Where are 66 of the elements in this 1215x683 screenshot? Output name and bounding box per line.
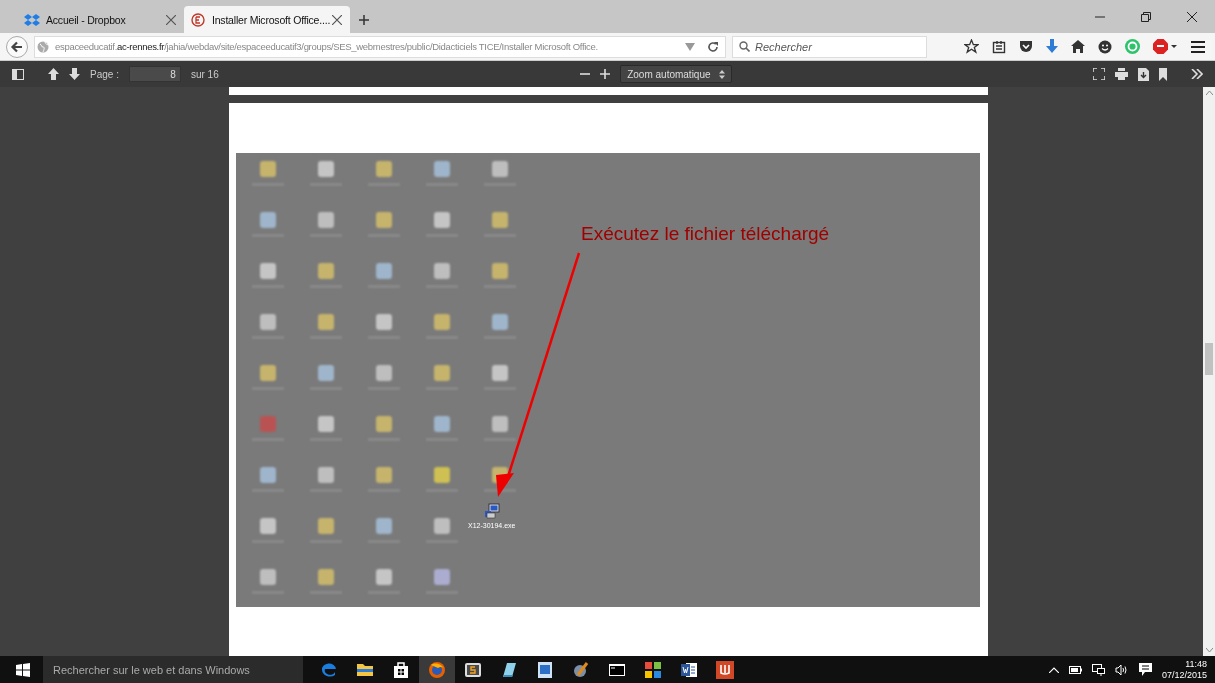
network-icon[interactable] — [1091, 663, 1105, 676]
document-icon — [536, 660, 554, 679]
select-arrows-icon — [718, 69, 725, 79]
pdf-icon — [716, 660, 734, 679]
annotation-text: Exécutez le fichier téléchargé — [581, 223, 830, 245]
scroll-thumb[interactable] — [1205, 343, 1213, 375]
notepad-icon — [500, 660, 518, 679]
taskbar-search-field[interactable]: Rechercher sur le web et dans Windows — [43, 656, 303, 683]
scroll-up-icon[interactable] — [1205, 90, 1213, 95]
browser-tab[interactable]: Accueil - Dropbox — [18, 6, 184, 33]
tools-chevron-icon[interactable] — [1191, 69, 1203, 79]
zoom-select[interactable]: Zoom automatique — [620, 65, 732, 83]
home-icon[interactable] — [1071, 40, 1085, 53]
word-icon — [680, 660, 698, 679]
search-icon — [739, 41, 750, 52]
page-number-field[interactable]: 8 — [128, 66, 181, 82]
volume-icon[interactable] — [1114, 663, 1129, 676]
search-field[interactable]: Rechercher — [732, 35, 927, 58]
sidebar-toggle-icon[interactable] — [12, 68, 24, 80]
print-icon[interactable] — [1115, 68, 1128, 80]
scrollbar[interactable] — [1203, 87, 1215, 656]
pocket-icon[interactable] — [1019, 40, 1033, 53]
installer-icon — [483, 503, 500, 519]
tiles-icon — [644, 660, 662, 679]
firefox-icon — [428, 660, 446, 679]
next-page-icon[interactable] — [69, 68, 80, 80]
page-count: sur 16 — [190, 68, 219, 80]
download-icon[interactable] — [1046, 39, 1058, 54]
zoom-in-icon[interactable] — [600, 69, 611, 79]
windows-start-icon[interactable] — [16, 662, 30, 677]
bookmark-star-icon[interactable] — [964, 39, 979, 54]
shopping-bag-icon — [392, 660, 410, 679]
clock-date[interactable]: 07/12/2015 — [1161, 669, 1207, 681]
address-bar[interactable]: espaceeducatif.ac-rennes.fr/jahia/webdav/site/espaceeducatif3/groups/SES_webmestres/public/Didacticiels TICE/Installer Microsoft Office. — [34, 35, 726, 58]
box-icon — [24, 12, 40, 27]
save-icon[interactable] — [1138, 67, 1149, 81]
battery-icon[interactable] — [1068, 665, 1082, 674]
globe-icon — [37, 40, 49, 53]
notification-icon[interactable] — [1138, 663, 1152, 676]
editor-icon — [464, 660, 482, 679]
dropdown-icon[interactable] — [685, 42, 695, 51]
reading-list-icon[interactable] — [992, 39, 1006, 54]
menu-icon[interactable] — [1191, 40, 1205, 53]
close-icon — [1187, 11, 1197, 22]
browser-e-icon — [320, 660, 338, 679]
back-button[interactable] — [6, 35, 28, 58]
tools-icon — [572, 660, 590, 679]
close-tab-icon[interactable] — [332, 14, 342, 25]
previous-page-icon[interactable] — [48, 68, 59, 80]
scroll-down-icon[interactable] — [1205, 648, 1213, 653]
restore-icon — [1141, 11, 1151, 22]
plus-icon — [358, 13, 370, 26]
adblock-icon[interactable] — [1153, 39, 1178, 54]
page-label: Page : — [90, 68, 119, 80]
back-arrow-icon — [10, 39, 24, 54]
clock-time[interactable]: 11:48 — [1185, 658, 1207, 670]
close-tab-icon[interactable] — [166, 14, 176, 25]
site-icon — [190, 12, 206, 27]
caret-up-icon[interactable] — [1048, 666, 1059, 673]
fullscreen-icon[interactable] — [1093, 68, 1105, 80]
smiley-icon[interactable] — [1098, 39, 1112, 54]
bookmark-icon[interactable] — [1159, 67, 1167, 81]
url-text: espaceeducatif.ac-rennes.fr/jahia/webdav/site/espaceeducatif3/groups/SES_webmestres/public/Didacticiels TICE/Installer Microsoft Office. — [55, 41, 599, 52]
reload-icon[interactable] — [707, 40, 719, 53]
search-input[interactable]: Rechercher — [755, 40, 915, 53]
browser-tab[interactable]: Installer Microsoft Office.... — [184, 6, 350, 33]
